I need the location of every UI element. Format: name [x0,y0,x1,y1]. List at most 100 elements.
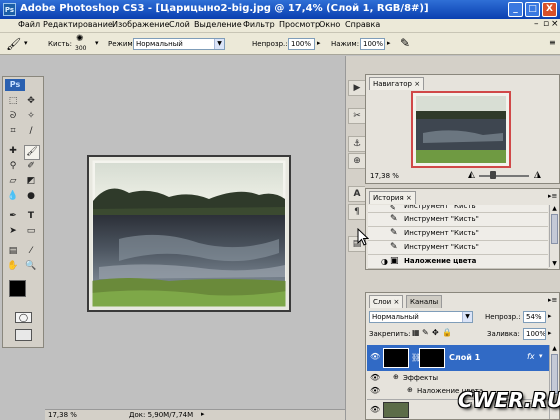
zoom-in-icon[interactable]: ◮ [534,170,541,180]
minimize-button[interactable]: _ [508,2,523,17]
brush-preview-icon[interactable]: ✺ [76,34,84,44]
collapse-arrow-icon[interactable]: ▾ [539,352,543,360]
blend-mode-select[interactable]: Нормальный ▼ [369,311,473,323]
maximize-button[interactable]: □ [525,2,540,17]
opacity-slider-arrow-icon[interactable]: ▸ [317,39,321,47]
navigator-thumbnail[interactable] [411,91,511,168]
chevron-down-icon[interactable]: ▾ [24,39,28,47]
flow-slider-arrow-icon[interactable]: ▸ [387,39,391,47]
fx-icon[interactable]: fx [527,352,535,361]
menu-select[interactable]: Выделение [194,20,242,29]
notes-tool-icon[interactable]: ▤ [6,245,20,258]
history-row[interactable]: ✎ Инструмент "Кисть" [368,241,548,255]
tab-history[interactable]: История × [369,191,416,204]
brush-tool-icon[interactable]: 🖌 [24,145,40,160]
foreground-color-swatch[interactable] [9,280,26,297]
clone-source-icon[interactable]: ⊕ [348,153,366,169]
effects-row[interactable]: 👁 ⊕ Эффекты [367,372,549,384]
navigator-zoom-slider[interactable] [479,175,529,177]
menu-file[interactable]: Файл [18,20,40,29]
scroll-up-icon[interactable]: ▲ [551,345,558,352]
tab-layers[interactable]: Слои × [369,295,404,308]
menu-layer[interactable]: Слой [169,20,190,29]
actions-icon[interactable]: ▶ [348,80,366,96]
flow-input[interactable]: 100% [360,38,385,50]
layer-opacity-input[interactable]: 54% [523,311,546,323]
close-icon[interactable]: × [414,80,420,88]
status-arrow-icon[interactable]: ▸ [201,410,205,418]
history-row[interactable]: ✎ Инструмент "Кисть" [368,213,548,227]
tool-presets-icon[interactable]: ✂ [348,108,366,124]
eraser-tool-icon[interactable]: ▱ [6,175,20,188]
zoom-out-icon[interactable]: ◭ [468,170,475,180]
brush-tool-icon[interactable]: 🖌 [6,37,21,51]
lock-transparency-icon[interactable]: ▦ [412,328,420,337]
brush-picker-chevron-icon[interactable]: ▾ [95,39,99,47]
navigator-slider-thumb[interactable] [490,171,496,179]
layer-row-selected[interactable]: 👁 ⛓ Слой 1 fx ▾ [367,345,549,371]
quick-mask-icon[interactable]: ◯ [15,312,32,323]
doc-minimize-icon[interactable]: – [534,19,539,29]
visibility-eye-icon[interactable]: 👁 [370,405,380,414]
airbrush-icon[interactable]: ✎ [400,36,410,50]
lock-pixels-icon[interactable]: ✎ [422,328,429,337]
path-selection-tool-icon[interactable]: ➤ [6,225,20,238]
history-scrollbar[interactable]: ▲ ▼ [549,205,559,267]
dodge-tool-icon[interactable]: ● [24,190,38,203]
marquee-tool-icon[interactable]: ⬚ [6,95,20,108]
slice-tool-icon[interactable]: ∕ [24,125,38,138]
opacity-slider-arrow-icon[interactable]: ▸ [548,312,552,320]
mode-select[interactable]: Нормальный ▼ [133,38,225,50]
magic-wand-tool-icon[interactable]: ✧ [24,110,38,123]
visibility-eye-icon[interactable]: 👁 [370,352,380,361]
document-image[interactable] [87,155,291,312]
menu-window[interactable]: Окно [319,20,340,29]
panel-menu-icon[interactable]: ▸≡ [548,296,557,304]
opacity-input[interactable]: 100% [288,38,315,50]
visibility-eye-icon[interactable]: 👁 [370,373,380,382]
history-row[interactable]: ✎ Инструмент "Кисть" [368,205,548,213]
history-brush-tool-icon[interactable]: ✐ [24,160,38,173]
panel-menu-icon[interactable]: ▸≡ [548,192,557,200]
status-zoom[interactable]: 17,38 % [48,411,77,419]
history-row-current[interactable]: ◑ ▣ Наложение цвета [368,255,548,269]
visibility-eye-icon[interactable]: 👁 [370,386,380,395]
lasso-tool-icon[interactable]: ᘐ [6,110,20,123]
blur-tool-icon[interactable]: 💧 [6,190,20,203]
close-button[interactable]: X [542,2,557,17]
history-row[interactable]: ✎ Инструмент "Кисть" [368,227,548,241]
crop-tool-icon[interactable]: ⌗ [6,125,20,138]
tab-channels[interactable]: Каналы [406,295,443,308]
menu-edit[interactable]: Редактирование [43,20,113,29]
menu-view[interactable]: Просмотр [279,20,320,29]
healing-brush-tool-icon[interactable]: ✚ [6,145,20,158]
navigator-zoom-value[interactable]: 17,38 % [370,172,399,180]
doc-close-icon[interactable]: × [551,19,559,29]
shape-tool-icon[interactable]: ▭ [24,225,38,238]
lock-all-icon[interactable]: 🔒 [442,328,452,337]
panel-menu-icon[interactable]: ≡ [549,38,556,47]
doc-restore-icon[interactable]: ▫ [543,19,549,29]
clone-stamp-tool-icon[interactable]: ⚲ [6,160,20,173]
menu-help[interactable]: Справка [345,20,380,29]
gradient-tool-icon[interactable]: ◩ [24,175,38,188]
hand-tool-icon[interactable]: ✋ [6,260,20,273]
close-icon[interactable]: × [393,298,399,306]
tab-navigator[interactable]: Навигатор × [369,77,425,90]
layer-mask-thumbnail[interactable] [419,348,445,368]
pen-tool-icon[interactable]: ✒ [6,210,20,223]
lock-position-icon[interactable]: ✥ [432,328,439,337]
fill-input[interactable]: 100% [523,328,546,340]
fill-slider-arrow-icon[interactable]: ▸ [548,329,552,337]
type-tool-icon[interactable]: T [24,210,38,223]
zoom-tool-icon[interactable]: 🔍 [24,260,38,273]
history-scroll-thumb[interactable] [551,214,558,244]
move-tool-icon[interactable]: ✥ [24,95,38,108]
character-icon[interactable]: A [348,186,366,202]
brushes-icon[interactable]: ⚓ [348,136,366,152]
close-icon[interactable]: × [406,194,412,202]
scroll-down-icon[interactable]: ▼ [551,260,558,267]
eyedropper-tool-icon[interactable]: ⁄ [24,245,38,258]
menu-image[interactable]: Изображение [112,20,170,29]
menu-filter[interactable]: Фильтр [243,20,275,29]
